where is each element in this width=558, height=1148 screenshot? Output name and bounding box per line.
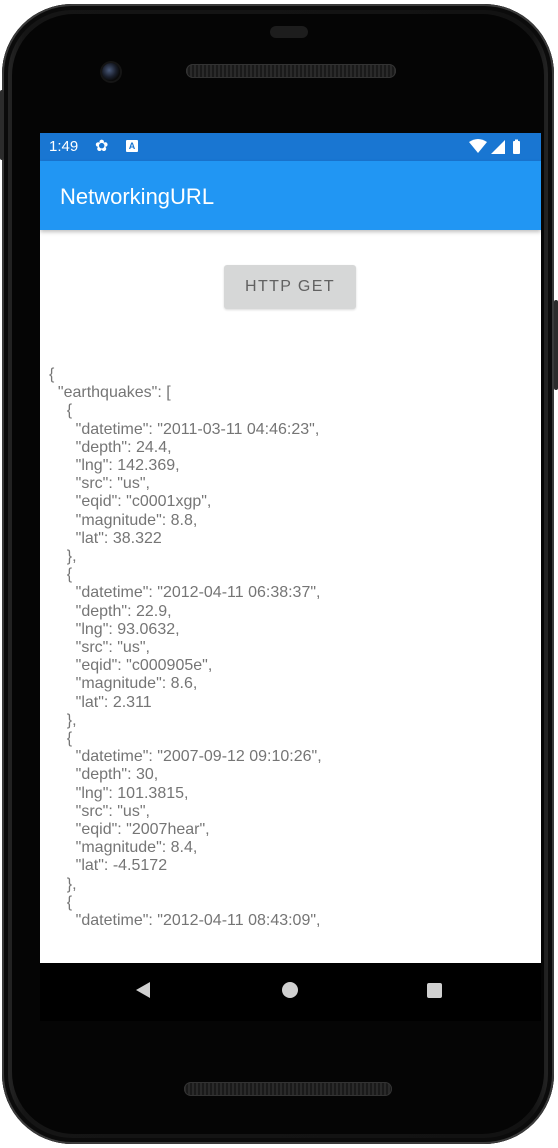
json-response-text: { "earthquakes": [ { "datetime": "2011-0…: [49, 366, 322, 930]
battery-icon: [513, 141, 520, 154]
front-camera-icon: [102, 63, 120, 81]
home-icon[interactable]: [282, 982, 298, 998]
volume-button: [0, 90, 4, 160]
notification-a-icon: A: [126, 140, 138, 152]
app-bar: NetworkingURL: [40, 161, 541, 230]
signal-icon: [491, 140, 505, 154]
http-get-button[interactable]: HTTP GET: [224, 265, 356, 309]
status-time: 1:49: [49, 138, 79, 155]
app-title: NetworkingURL: [60, 184, 215, 209]
status-bar: 1:49 ✿ A: [40, 133, 541, 161]
wifi-icon: [469, 139, 487, 153]
main-content[interactable]: HTTP GET { "earthquakes": [ { "datetime"…: [40, 230, 541, 963]
power-button: [554, 300, 558, 390]
device-screen: 1:49 ✿ A NetworkingURL HTTP GET { "earth…: [40, 133, 541, 963]
recents-icon[interactable]: [427, 983, 442, 998]
navigation-bar: [40, 963, 541, 1021]
top-speaker-grille: [186, 64, 396, 78]
bottom-speaker-grille: [184, 1082, 392, 1096]
back-icon[interactable]: [136, 982, 150, 998]
status-icons: [469, 139, 520, 154]
top-sensor: [270, 26, 308, 38]
gear-icon: ✿: [95, 138, 109, 155]
